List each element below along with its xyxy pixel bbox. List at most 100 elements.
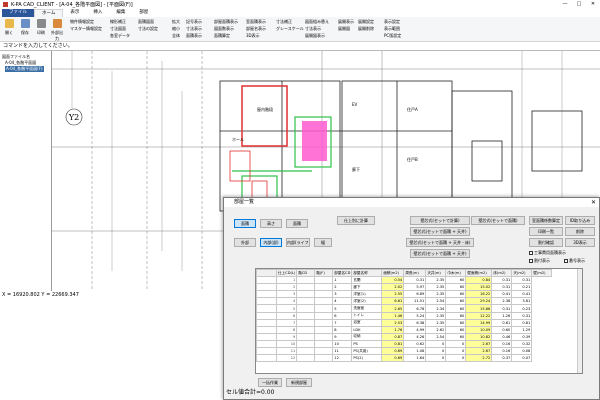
ribbon-btn-display-settings[interactable]: 表示設定 (384, 19, 400, 25)
allocation-check-button[interactable]: 割付確認 (529, 238, 563, 247)
ribbon-btn-area-show[interactable]: 面積表示 (186, 33, 202, 39)
table-cell[interactable] (314, 347, 334, 356)
table-cell[interactable]: 1 (275, 276, 298, 285)
table-cell[interactable]: 浴室 (351, 318, 383, 327)
ribbon-btn-zoom-out[interactable]: 縮小 (172, 26, 180, 32)
table-cell[interactable]: 7 (332, 318, 353, 327)
table-cell[interactable]: 0.61 (491, 318, 513, 327)
col-header[interactable]: 部屋名称 (351, 269, 383, 278)
table-cell[interactable]: 6 (275, 311, 298, 320)
table-row[interactable]: 3 3 洋室(1) 2.55 6.89 2.35 60 16.22 0.41 0.41 (256, 290, 552, 299)
ribbon-btn-elev-settings[interactable]: 展開設定 (358, 19, 374, 25)
row-selector[interactable] (256, 276, 277, 285)
table-cell[interactable]: 2.35 (425, 318, 447, 327)
table-cell[interactable]: 2.35 (425, 290, 447, 299)
table-cell[interactable] (296, 339, 316, 349)
table-cell[interactable]: 0.31 (511, 276, 533, 285)
save-button[interactable]: 保存 (18, 19, 32, 36)
table-cell[interactable]: 4.26 (403, 332, 427, 341)
col-header[interactable]: 階CD (296, 269, 316, 278)
table-cell[interactable] (296, 304, 316, 313)
table-cell[interactable]: 10 (332, 339, 353, 349)
table-cell[interactable]: 10 (275, 339, 298, 349)
table-cell[interactable]: トイレ (351, 311, 383, 320)
checkbox-number[interactable]: 番号表示 (564, 258, 585, 264)
table-cell[interactable]: 0.37 (491, 354, 513, 363)
table-cell[interactable]: 60 (445, 318, 467, 327)
row-selector[interactable] (256, 290, 277, 299)
batch-work-button[interactable]: 一括作業 (258, 378, 282, 387)
table-cell[interactable]: 60 (445, 297, 467, 306)
table-cell[interactable] (314, 339, 334, 349)
table-cell[interactable]: 60 (445, 311, 467, 320)
table-cell[interactable]: 11 (275, 347, 298, 356)
col-header[interactable]: 床(m2) (491, 269, 513, 278)
ribbon-btn-fit-all[interactable]: 全体 (172, 33, 180, 39)
table-cell[interactable]: 6.78 (403, 304, 427, 313)
table-cell[interactable]: 0.16 (491, 339, 513, 349)
table-cell[interactable]: 60 (445, 304, 467, 313)
tab-file[interactable]: ファイル (2, 9, 34, 17)
ribbon-btn-dim-drawing[interactable]: 寸法図面 (110, 26, 126, 32)
table-cell[interactable]: 1 (332, 276, 353, 285)
col-header[interactable]: 壁面積(m2) (465, 269, 493, 278)
row-selector[interactable] (256, 339, 277, 349)
ribbon-btn-elev-display[interactable]: 展開表示 (338, 19, 354, 25)
calc-button-wall-ceiling-floor[interactable]: 壁芯式(セットで面積 + 天井 - 床) (406, 238, 474, 247)
col-header[interactable]: 周長(m) (403, 269, 427, 278)
table-cell[interactable]: 2.54 (425, 297, 447, 306)
table-cell[interactable] (296, 283, 316, 292)
ribbon-btn-dim-display[interactable]: 寸法表示 (305, 26, 321, 32)
ribbon-btn-dim-correct[interactable]: 寸法補正 (276, 19, 292, 25)
table-cell[interactable]: 60 (445, 332, 467, 341)
ribbon-btn-dim-settings[interactable]: 寸法の設定 (138, 26, 158, 32)
table-cell[interactable]: 2.35 (425, 311, 447, 320)
table-cell[interactable]: 2.67 (465, 347, 493, 356)
table-cell[interactable]: 5 (332, 304, 353, 313)
table-cell[interactable] (296, 276, 316, 285)
ribbon-btn-room-area-show[interactable]: 室面積表示 (246, 19, 266, 25)
row-selector[interactable] (256, 297, 277, 306)
tab-edit[interactable]: 編集 (109, 9, 132, 17)
col-header[interactable]: 天井(m) (425, 269, 447, 278)
table-cell[interactable]: 6 (332, 311, 353, 320)
table-cell[interactable]: 0.69 (381, 347, 405, 356)
ribbon-btn-elevation-show[interactable]: 展開図表示 (305, 33, 325, 39)
print-list-button[interactable]: 印刷一覧 (529, 227, 563, 236)
table-cell[interactable]: 14.99 (465, 318, 493, 327)
table-cell[interactable]: PS(共用) (351, 347, 383, 356)
table-cell[interactable]: 6.89 (403, 290, 427, 299)
table-cell[interactable]: 0.84 (465, 276, 493, 285)
table-cell[interactable]: 10.82 (465, 332, 493, 341)
table-cell[interactable]: 1.46 (381, 311, 405, 320)
table-cell[interactable]: 0 (425, 347, 447, 356)
table-cell[interactable]: 5.24 (403, 311, 427, 320)
ribbon-btn-zoom-in[interactable]: 拡大 (172, 19, 180, 25)
open-button[interactable]: 開く (2, 19, 16, 36)
table-row[interactable]: 2 2 廊下 2.02 5.97 2.35 60 15.02 0.31 0.21 (256, 283, 552, 292)
checkbox-box[interactable] (529, 259, 533, 263)
table-cell[interactable] (314, 276, 334, 285)
table-cell[interactable]: 2.34 (425, 304, 447, 313)
col-header[interactable]: 天(m2) (511, 269, 533, 278)
row-selector[interactable] (256, 347, 277, 356)
table-cell[interactable]: 11.51 (403, 297, 427, 306)
table-cell[interactable]: 6.38 (403, 318, 427, 327)
table-row[interactable]: 12 12 PS(2) 0.69 1.64 0 0 2.72 0.37 0.07 (256, 354, 552, 363)
table-scrollbar[interactable] (577, 269, 582, 373)
3d-view-button[interactable]: 3D表示 (565, 238, 595, 247)
table-cell[interactable]: 0.60 (491, 325, 513, 334)
table-cell[interactable]: 3 (332, 290, 353, 299)
ribbon-btn-elev-delete[interactable]: 展開削除 (358, 26, 374, 32)
table-cell[interactable]: 玄関 (351, 276, 383, 285)
table-cell[interactable] (296, 290, 316, 299)
table-cell[interactable]: 2.72 (465, 354, 493, 363)
col-header[interactable]: 巾木(m) (445, 269, 467, 278)
row-selector[interactable] (256, 311, 277, 320)
table-cell[interactable]: 0 (425, 339, 447, 349)
maximize-button[interactable]: □ (572, 0, 586, 9)
checkbox-box[interactable] (564, 259, 568, 263)
col-header[interactable]: 壁(m2) (531, 269, 553, 278)
table-cell[interactable]: 16.22 (465, 290, 493, 299)
table-cell[interactable] (296, 318, 316, 327)
